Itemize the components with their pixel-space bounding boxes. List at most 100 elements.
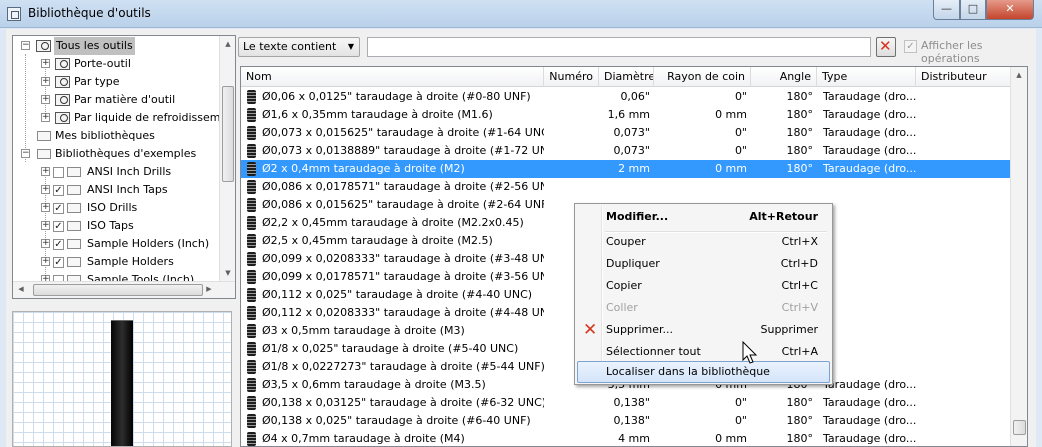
library-checkbox[interactable]: [53, 167, 64, 178]
library-checkbox[interactable]: ✓: [53, 221, 64, 232]
tree-item-by-coolant[interactable]: + Par liquide de refroidissement: [13, 109, 235, 127]
column-header-type[interactable]: Type: [817, 67, 916, 87]
column-header-number[interactable]: Numéro: [544, 67, 599, 87]
expand-icon[interactable]: +: [41, 185, 50, 194]
column-header-angle[interactable]: Angle: [751, 67, 817, 87]
menu-item-shortcut: Ctrl+X: [781, 235, 818, 248]
table-row[interactable]: Ø0,073 x 0,0138889" taraudage à droite (…: [241, 142, 1011, 160]
menu-item-select-all[interactable]: Sélectionner tout Ctrl+A: [577, 341, 830, 363]
table-row[interactable]: Ø0,138 x 0,03125" taraudage à droite (#6…: [241, 394, 1011, 412]
diameter-cell: 0,073": [613, 144, 650, 157]
scroll-thumb[interactable]: [1013, 420, 1026, 435]
distributor-cell: [916, 232, 1011, 250]
menu-item-copy[interactable]: Copier Ctrl+C: [577, 275, 830, 297]
expand-icon[interactable]: +: [41, 221, 50, 230]
tree-item-iso-drills[interactable]: + ✓ ISO Drills: [13, 199, 219, 217]
tree-item-label: ISO Taps: [87, 219, 134, 232]
tree-item-holders[interactable]: + Porte-outil: [13, 55, 219, 73]
tree-vertical-scrollbar[interactable]: ▲ ▼: [219, 36, 235, 282]
angle-cell: 180°: [786, 144, 814, 157]
distributor-cell: [916, 88, 1011, 106]
expand-icon[interactable]: +: [41, 257, 50, 266]
expand-icon[interactable]: +: [41, 203, 50, 212]
column-header-name[interactable]: Nom: [241, 67, 544, 87]
close-button[interactable]: ✕: [986, 0, 1034, 20]
minimize-button[interactable]: —: [933, 0, 960, 20]
corner-radius-cell: 0 mm: [715, 432, 747, 445]
scroll-right-icon[interactable]: ▶: [201, 282, 217, 297]
tree-item-ansi-inch-drills[interactable]: + ANSI Inch Drills: [13, 163, 219, 181]
expand-icon[interactable]: +: [41, 167, 50, 176]
table-row[interactable]: Ø1,6 x 0,35mm taraudage à droite (M1.6) 1…: [241, 106, 1011, 124]
column-header-diameter[interactable]: Diamètre: [599, 67, 654, 87]
scroll-up-icon[interactable]: ▲: [220, 36, 235, 53]
scroll-thumb[interactable]: [33, 284, 203, 296]
library-checkbox[interactable]: ✓: [53, 185, 64, 196]
table-row[interactable]: Ø0,138 x 0,025" taraudage à droite (#6-4…: [241, 412, 1011, 430]
search-folder-icon: [55, 112, 70, 124]
name-cell: Ø0,138 x 0,03125" taraudage à droite (#6…: [262, 396, 544, 409]
number-cell: [544, 412, 599, 430]
menu-item-locate-in-library[interactable]: Localiser dans la bibliothèque: [577, 361, 830, 383]
table-row[interactable]: Ø2 x 0,4mm taraudage à droite (M2) 2 mm 0 …: [241, 160, 1011, 178]
number-cell: [544, 106, 599, 124]
list-vertical-scrollbar[interactable]: ▲: [1010, 67, 1027, 446]
tree-item-iso-taps[interactable]: + ✓ ISO Taps: [13, 217, 219, 235]
filter-mode-select[interactable]: Le texte contient ▼: [238, 37, 360, 57]
library-checkbox[interactable]: ✓: [53, 203, 64, 214]
scroll-down-icon[interactable]: ▼: [220, 265, 235, 282]
search-folder-icon: [36, 40, 51, 52]
type-cell: Taraudage (dro...: [823, 144, 916, 157]
column-header-distributor[interactable]: Distributeur: [916, 67, 1011, 87]
tree-item-by-material[interactable]: + Par matière d'outil: [13, 91, 219, 109]
expand-icon[interactable]: +: [41, 77, 50, 86]
angle-cell: [751, 178, 817, 196]
menu-item-edit[interactable]: Modifier... Alt+Retour: [577, 206, 830, 228]
scroll-left-icon[interactable]: ◀: [13, 282, 29, 297]
tree-item-sample-holders[interactable]: + ✓ Sample Holders: [13, 253, 219, 271]
expand-icon[interactable]: +: [41, 239, 50, 248]
table-row[interactable]: Ø0,073 x 0,015625" taraudage à droite (#…: [241, 124, 1011, 142]
tree-horizontal-scrollbar[interactable]: ◀ ▶: [13, 281, 235, 298]
tree-item-all-tools[interactable]: − Tous les outils: [13, 37, 219, 55]
menu-item-duplicate[interactable]: Dupliquer Ctrl+D: [577, 253, 830, 275]
library-checkbox[interactable]: ✓: [53, 257, 64, 268]
collapse-icon[interactable]: −: [21, 149, 30, 158]
menu-item-delete[interactable]: ✕ Supprimer... Supprimer: [577, 319, 830, 341]
type-cell: Taraudage (dro...: [823, 432, 916, 445]
distributor-cell: [916, 268, 1011, 286]
folder-icon: [67, 221, 81, 231]
column-header-corner-radius[interactable]: Rayon de coin: [654, 67, 751, 87]
distributor-cell: [916, 340, 1011, 358]
menu-item-paste: Coller Ctrl+V: [577, 297, 830, 319]
tree-item-sample-libraries[interactable]: − Bibliothèques d'exemples: [13, 145, 219, 163]
tree-item-sample-holders-inch[interactable]: + ✓ Sample Holders (Inch): [13, 235, 219, 253]
collapse-icon[interactable]: −: [21, 41, 30, 50]
tree-item-my-libraries[interactable]: Mes bibliothèques: [13, 127, 219, 145]
expand-icon[interactable]: +: [41, 113, 50, 122]
window-title: Bibliothèque d'outils: [28, 6, 151, 20]
menu-item-cut[interactable]: Couper Ctrl+X: [577, 231, 830, 253]
expand-icon[interactable]: +: [41, 59, 50, 68]
library-tree: − Tous les outils + Porte-outil + Par ty…: [12, 35, 236, 299]
scroll-up-icon[interactable]: ▲: [1011, 67, 1027, 84]
tree-item-by-type[interactable]: + Par type: [13, 73, 219, 91]
tree-item-ansi-inch-taps[interactable]: + ✓ ANSI Inch Taps: [13, 181, 219, 199]
table-row[interactable]: Ø0,06 x 0,0125" taraudage à droite (#0-8…: [241, 88, 1011, 106]
maximize-button[interactable]: □: [960, 0, 986, 20]
search-input[interactable]: [367, 37, 871, 57]
filter-mode-value: Le texte contient: [243, 40, 337, 53]
library-checkbox[interactable]: ✓: [53, 239, 64, 250]
corner-radius-cell: 0 mm: [715, 162, 747, 175]
red-x-icon: ✕: [879, 37, 892, 55]
dropdown-arrow-icon: ▼: [347, 42, 354, 51]
clear-search-button[interactable]: ✕: [876, 37, 896, 57]
table-row[interactable]: Ø4 x 0,7mm taraudage à droite (M4) 4 mm 0 …: [241, 430, 1011, 446]
show-operations-checkbox[interactable]: ✓: [904, 40, 917, 53]
diameter-cell: 0,138": [613, 414, 650, 427]
scroll-thumb[interactable]: [222, 86, 234, 182]
type-cell: Taraudage (dro...: [823, 396, 916, 409]
table-row[interactable]: Ø0,086 x 0,0178571" taraudage à droite (…: [241, 178, 1011, 196]
distributor-cell: [916, 214, 1011, 232]
expand-icon[interactable]: +: [41, 95, 50, 104]
